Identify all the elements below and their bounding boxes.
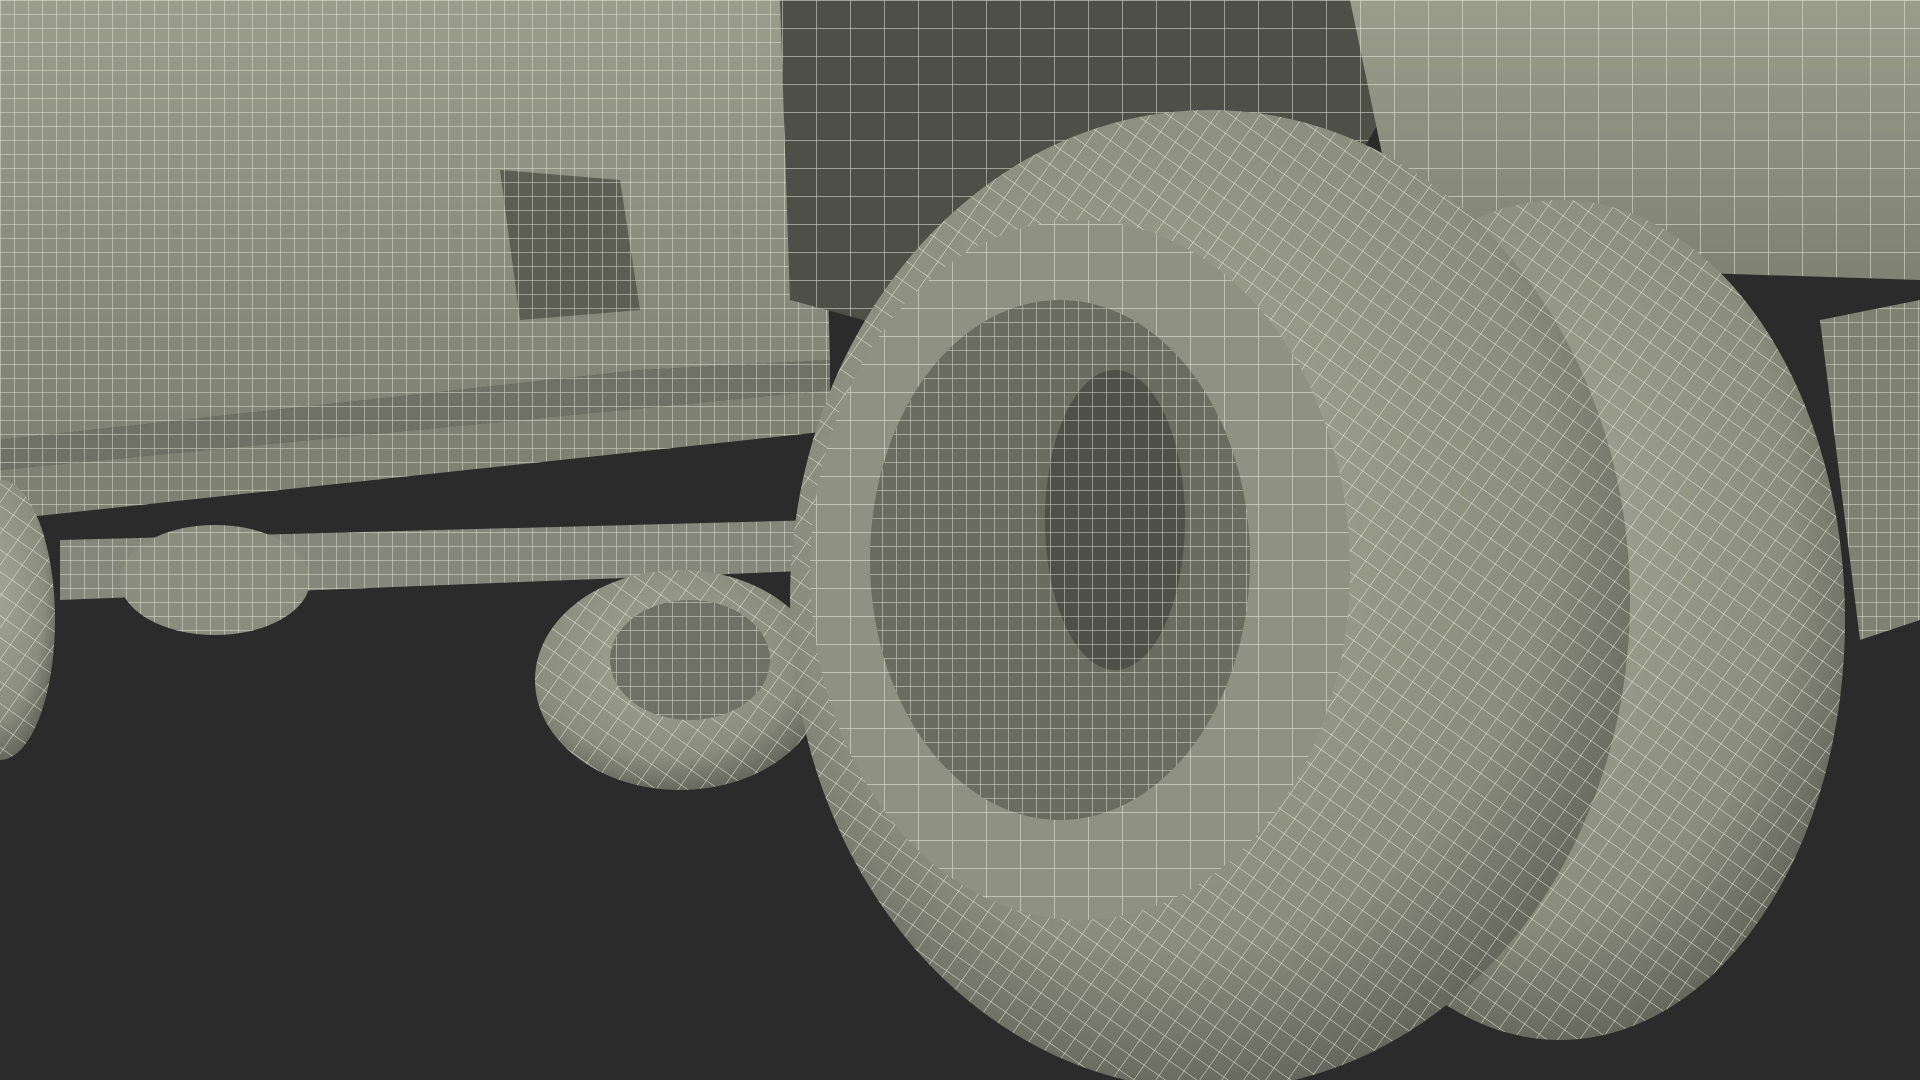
rear-tire-far xyxy=(535,570,825,790)
rocker-step-recess xyxy=(500,170,640,320)
dual-tire-outer xyxy=(790,110,1630,1080)
wireframe-render-viewport xyxy=(0,0,1920,1080)
truck-body-panel xyxy=(0,0,830,470)
